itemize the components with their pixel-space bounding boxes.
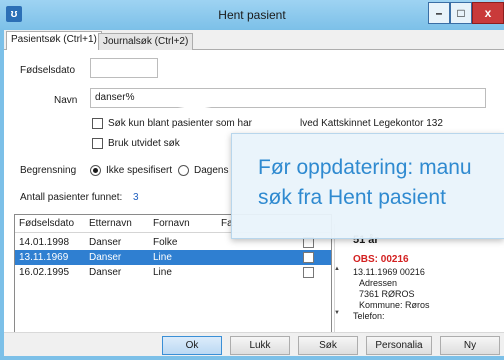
ok-button[interactable]: Ok [162, 336, 222, 355]
antall-funnet-label: Antall pasienter funnet: [20, 192, 123, 203]
kun-blant-checkbox[interactable] [92, 118, 103, 129]
fodselsdato-input[interactable] [90, 58, 158, 78]
navn-label: Navn [54, 95, 78, 106]
scroll-up-icon[interactable]: ▲ [334, 266, 340, 272]
cell-fornavn: Folke [153, 237, 178, 248]
patient-kommune: Kommune: Røros [359, 300, 430, 310]
patient-address: Adressen [359, 278, 398, 288]
detail-scrollbar[interactable]: ▲ ▼ [334, 266, 342, 334]
kun-blant-label: Søk kun blant pasienter som har [108, 118, 252, 129]
callout-line-2: søk fra Hent pasient [258, 186, 446, 209]
tab-pasientsok[interactable]: Pasientsøk (Ctrl+1) [6, 31, 102, 50]
begrensning-label: Begrensning [20, 165, 77, 176]
antall-funnet-value: 3 [133, 192, 139, 203]
title-bar[interactable]: ʊ Hent pasient – □ x [0, 0, 504, 30]
button-bar: Ok Lukk Søk Personalia Ny [4, 332, 504, 356]
cell-fodselsdato: 16.02.1995 [19, 267, 70, 278]
tab-journalsok[interactable]: Journalsøk (Ctrl+2) [98, 33, 194, 50]
dagens-label: Dagens [194, 165, 229, 176]
navn-input[interactable]: danser% [90, 88, 486, 108]
personalia-button[interactable]: Personalia [366, 336, 432, 355]
patient-detail-panel: 51 år OBS: 00216 13.11.1969 00216 Adress… [334, 224, 504, 334]
ikke-spesifisert-label: Ikke spesifisert [106, 165, 173, 176]
maximize-button[interactable]: □ [450, 2, 472, 24]
col-fornavn[interactable]: Fornavn [153, 218, 190, 229]
utvidet-sok-checkbox[interactable] [92, 138, 103, 149]
utvidet-sok-label: Bruk utvidet søk [108, 138, 180, 149]
fodselsdato-label: Fødselsdato [20, 65, 76, 76]
legekontor-text: lved Kattskinnet Legekontor 132 [300, 118, 443, 129]
patient-id-line: 13.11.1969 00216 [353, 267, 425, 277]
cell-etternavn: Danser [89, 237, 122, 248]
minimize-button[interactable]: – [428, 2, 450, 24]
cell-fornavn: Line [153, 267, 172, 278]
tutorial-callout: Før oppdatering: manu søk fra Hent pasie… [158, 100, 504, 239]
sok-button[interactable]: Søk [298, 336, 358, 355]
scroll-down-icon[interactable]: ▼ [334, 310, 340, 316]
row-checkbox[interactable] [303, 267, 314, 278]
callout-line-1: Før oppdatering: manu [258, 156, 472, 179]
cell-etternavn: Danser [89, 267, 122, 278]
cell-etternavn: Danser [89, 252, 122, 263]
close-button[interactable]: x [472, 2, 504, 24]
col-fodselsdato[interactable]: Fødselsdato [19, 218, 74, 229]
obs-warning: OBS: 00216 [353, 254, 409, 265]
row-checkbox[interactable] [303, 252, 314, 263]
lukk-button[interactable]: Lukk [230, 336, 290, 355]
tab-strip: Pasientsøk (Ctrl+1) Journalsøk (Ctrl+2) [4, 30, 504, 50]
dagens-radio[interactable] [178, 165, 189, 176]
col-etternavn[interactable]: Etternavn [89, 218, 132, 229]
ikke-spesifisert-radio[interactable] [90, 165, 101, 176]
cell-fornavn: Line [153, 252, 172, 263]
table-row-selected[interactable]: 13.11.1969 Danser Line [15, 250, 331, 265]
table-row[interactable]: 16.02.1995 Danser Line [15, 265, 331, 280]
patient-postal: 7361 RØROS [359, 289, 415, 299]
hent-pasient-window: ʊ Hent pasient – □ x Pasientsøk (Ctrl+1)… [0, 0, 504, 360]
cell-fodselsdato: 13.11.1969 [19, 252, 69, 263]
patient-telefon: Telefon: [353, 311, 385, 321]
callout-pointer-icon [158, 100, 238, 116]
cell-fodselsdato: 14.01.1998 [19, 237, 70, 248]
ny-button[interactable]: Ny [440, 336, 500, 355]
